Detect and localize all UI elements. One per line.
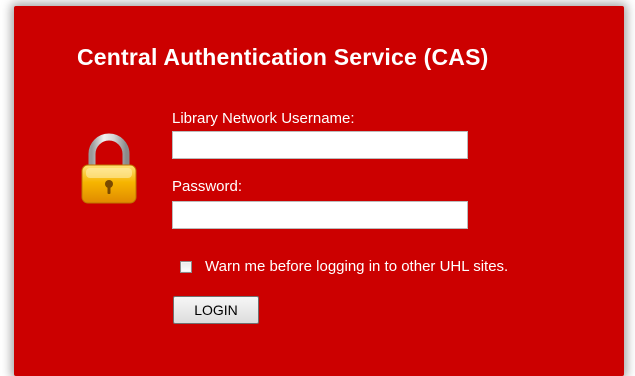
padlock-icon [81, 133, 137, 204]
page-stage: Central Authentication Service (CAS) Lib… [0, 0, 635, 376]
username-label: Library Network Username: [172, 110, 355, 127]
warn-label: Warn me before logging in to other UHL s… [205, 258, 509, 275]
password-label: Password: [172, 178, 243, 195]
login-button[interactable]: LOGIN [173, 296, 259, 324]
username-input[interactable] [172, 131, 468, 159]
warn-checkbox[interactable] [180, 260, 192, 273]
warn-option: Warn me before logging in to other UHL s… [180, 258, 508, 275]
page-title: Central Authentication Service (CAS) [77, 44, 489, 70]
password-input[interactable] [172, 201, 468, 229]
login-panel: Central Authentication Service (CAS) Lib… [14, 6, 624, 376]
